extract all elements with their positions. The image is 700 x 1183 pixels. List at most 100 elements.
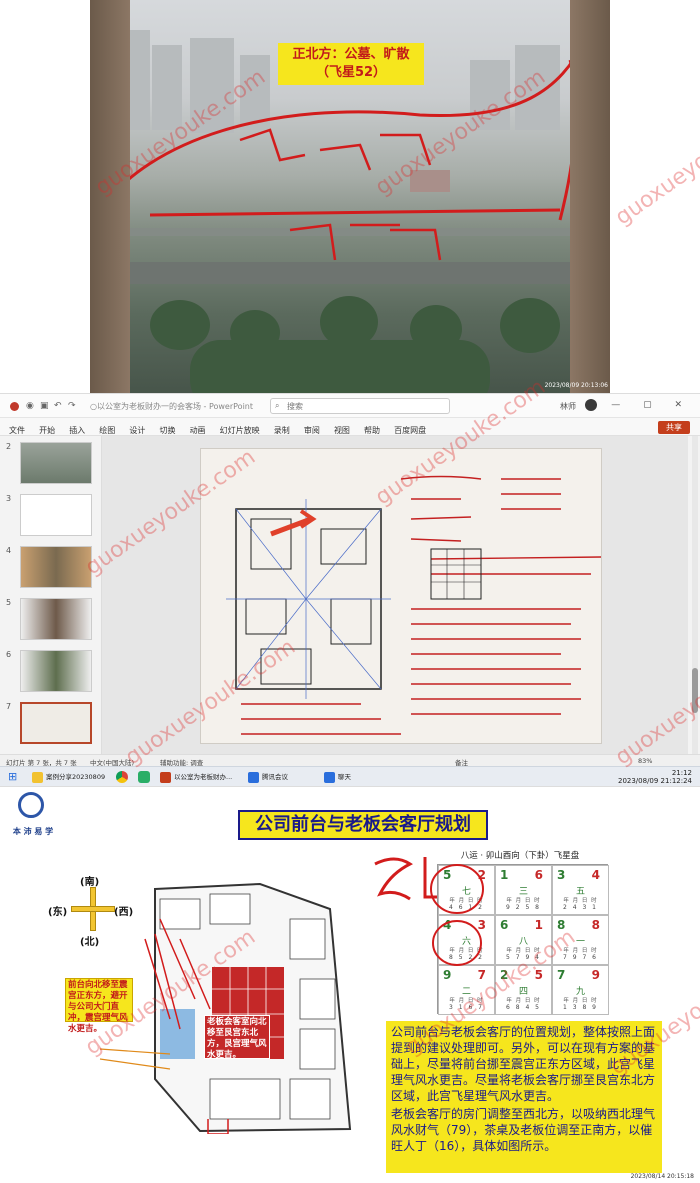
cell-water-star: 5 <box>534 968 543 982</box>
taskbar-item-label: 以公室为老板财办... <box>174 773 233 781</box>
note-boss-lounge: 老板会客室向北移至艮宫东北方，艮宫理气风水更吉。 <box>204 1015 270 1060</box>
taskbar-item-chat[interactable]: 聊天 <box>322 770 351 785</box>
cell-digits: 7 9 7 6 <box>563 954 598 961</box>
grid-cell: 3 4 五 年 月 日 时 2 4 3 1 <box>552 865 609 915</box>
cell-mountain-star: 6 <box>500 918 509 932</box>
logo-text: 本 沛 易 学 <box>12 827 54 836</box>
note-reception: 前台向北移至震宫正东方，避开与公司大门直冲，震宫理气风水更吉。 <box>65 978 133 1034</box>
chrome-icon[interactable] <box>116 771 128 783</box>
slide-thumbnail-4[interactable] <box>20 546 92 588</box>
cell-digits: 2 4 3 1 <box>563 904 598 911</box>
cell-water-star: 4 <box>591 868 600 882</box>
windows-taskbar: ⊞ 案例分享20230809 以公室为老板财办... 腾讯会议 聊天 21:12… <box>0 766 700 787</box>
scrollbar-thumb[interactable] <box>692 668 698 713</box>
taskbar-item-tencent-meeting[interactable]: 腾讯会议 <box>246 770 288 785</box>
powerpoint-window: ◉ ▣ ↶ ↷ ○以公室为老板财办一的会客场 - PowerPoint ⌕ 搜索… <box>0 393 700 787</box>
slide-timestamp: 2023/08/14 20:15:18 <box>630 1173 694 1180</box>
slide-thumbnail-5[interactable] <box>20 598 92 640</box>
window-frame-right <box>570 0 610 393</box>
thumb-number: 5 <box>6 598 12 607</box>
chat-icon <box>324 772 335 783</box>
grid-cell: 2 5 四 年 月 日 时 6 8 4 5 <box>495 965 552 1015</box>
search-placeholder: 搜索 <box>287 402 303 411</box>
cell-water-star: 7 <box>477 968 486 982</box>
taskbar-item-label: 聊天 <box>338 773 351 781</box>
thumb-number: 3 <box>6 494 12 503</box>
grid-cell: 9 7 二 年 月 日 时 3 1 6 7 <box>438 965 495 1015</box>
taskbar-item-powerpoint[interactable]: 以公室为老板财办... <box>158 770 232 785</box>
wechat-icon[interactable] <box>138 771 150 783</box>
system-clock[interactable]: 21:12 2023/08/09 21:12:24 <box>618 769 692 785</box>
cell-label: 年 月 日 时 <box>506 898 541 904</box>
undo-icon[interactable]: ↶ <box>54 401 62 411</box>
cell-mountain-star: 9 <box>443 968 452 982</box>
cell-mountain-star: 8 <box>557 918 566 932</box>
thumb-number: 7 <box>6 702 12 711</box>
grid-cell: 8 8 一 年 月 日 时 7 9 7 6 <box>552 915 609 965</box>
note-line-2: （飞星52） <box>315 65 387 80</box>
user-name[interactable]: 林师 <box>560 401 576 412</box>
thumb-number: 4 <box>6 546 12 555</box>
cell-mountain-star: 7 <box>557 968 566 982</box>
taskbar-item-label: 案例分享20230809 <box>46 773 106 781</box>
autosave-icon[interactable]: ◉ <box>26 401 34 411</box>
search-box[interactable]: ⌕ 搜索 <box>270 398 450 414</box>
note-line-1: 正北方：公墓、旷散 <box>292 47 410 62</box>
cell-label: 年 月 日 时 <box>563 898 598 904</box>
clock-time: 21:12 <box>671 769 692 777</box>
zoom-level[interactable]: 83% <box>638 757 652 765</box>
avatar[interactable] <box>585 399 597 411</box>
slide-thumbnail-2[interactable] <box>20 442 92 484</box>
slide-thumbnail-3[interactable] <box>20 494 92 536</box>
windows-start-icon[interactable]: ⊞ <box>8 770 17 783</box>
cell-mountain-star: 3 <box>557 868 566 882</box>
cell-label: 年 月 日 时 <box>563 948 598 954</box>
logo: 本 沛 易 学 <box>6 790 54 856</box>
slide-thumbnail-6[interactable] <box>20 650 92 692</box>
document-title: ○以公室为老板财办一的会客场 - PowerPoint <box>90 402 254 411</box>
grid-cell: 1 6 三 年 月 日 时 9 2 5 8 <box>495 865 552 915</box>
slide-panel: 本 沛 易 学 公司前台与老板会客厅规划 (南) (北) (东) (西) 前台向… <box>0 786 700 1183</box>
cell-label: 年 月 日 时 <box>449 998 484 1004</box>
logo-emblem <box>18 792 44 818</box>
cell-digits: 3 1 6 7 <box>449 1004 484 1011</box>
cell-label: 年 月 日 时 <box>506 948 541 954</box>
grid-cell: 7 9 九 年 月 日 时 1 3 8 9 <box>552 965 609 1015</box>
slide-editor <box>102 436 688 754</box>
handwritten-floorplan <box>226 475 601 735</box>
red-circle-marks <box>430 864 484 966</box>
slide-thumbnail-7[interactable] <box>20 702 92 744</box>
cell-water-star: 9 <box>591 968 600 982</box>
current-slide[interactable] <box>200 448 602 744</box>
explanation-text: 公司前台与老板会客厅的位置规划，整体按照上面提到的建议处理即可。另外，可以在现有… <box>386 1021 662 1173</box>
cell-digits: 1 3 8 9 <box>563 1004 598 1011</box>
thumb-number: 2 <box>6 442 12 451</box>
taskbar-item-folder[interactable]: 案例分享20230809 <box>30 770 105 785</box>
thumb-number: 6 <box>6 650 12 659</box>
search-icon: ⌕ <box>275 401 280 410</box>
cell-digits: 9 2 5 8 <box>506 904 541 911</box>
ribbon-tabs: 文件 开始 插入 绘图 设计 切换 动画 幻灯片放映 录制 审阅 视图 帮助 百… <box>0 418 700 436</box>
clock-date: 2023/08/09 21:12:24 <box>617 777 692 785</box>
slide-title: 公司前台与老板会客厅规划 <box>238 810 488 840</box>
taskbar-item-label: 腾讯会议 <box>262 773 288 781</box>
paragraph-2: 老板会客厅的房门调整至西北方，以吸纳西北理气风水财气（79），茶桌及老板位调至正… <box>391 1107 656 1153</box>
photo-panel: 正北方：公墓、旷散 （飞星52） 2023/08/09 20:13:06 <box>0 0 700 393</box>
save-icon[interactable]: ▣ <box>40 401 49 411</box>
redo-icon[interactable]: ↷ <box>68 401 76 411</box>
tencent-meeting-icon <box>248 772 259 783</box>
vertical-scrollbar[interactable] <box>692 436 698 754</box>
slide-thumbnails: 2 3 4 5 6 7 <box>0 436 102 754</box>
status-bar: 幻灯片 第 7 张，共 7 张 中文(中国大陆) 辅助功能: 调查 备注 83% <box>0 754 700 767</box>
cell-mountain-star: 1 <box>500 868 509 882</box>
window-controls[interactable]: — ▢ ✕ <box>611 400 692 410</box>
share-button[interactable]: 共享 <box>658 421 690 434</box>
cell-water-star: 8 <box>591 918 600 932</box>
app-icon <box>10 402 19 411</box>
cell-water-star: 6 <box>534 868 543 882</box>
cell-water-star: 1 <box>534 918 543 932</box>
window-frame-left <box>90 0 130 393</box>
grid-cell: 6 1 八 年 月 日 时 5 7 9 4 <box>495 915 552 965</box>
annotation-note: 正北方：公墓、旷散 （飞星52） <box>278 43 424 85</box>
cell-mountain-star: 2 <box>500 968 509 982</box>
